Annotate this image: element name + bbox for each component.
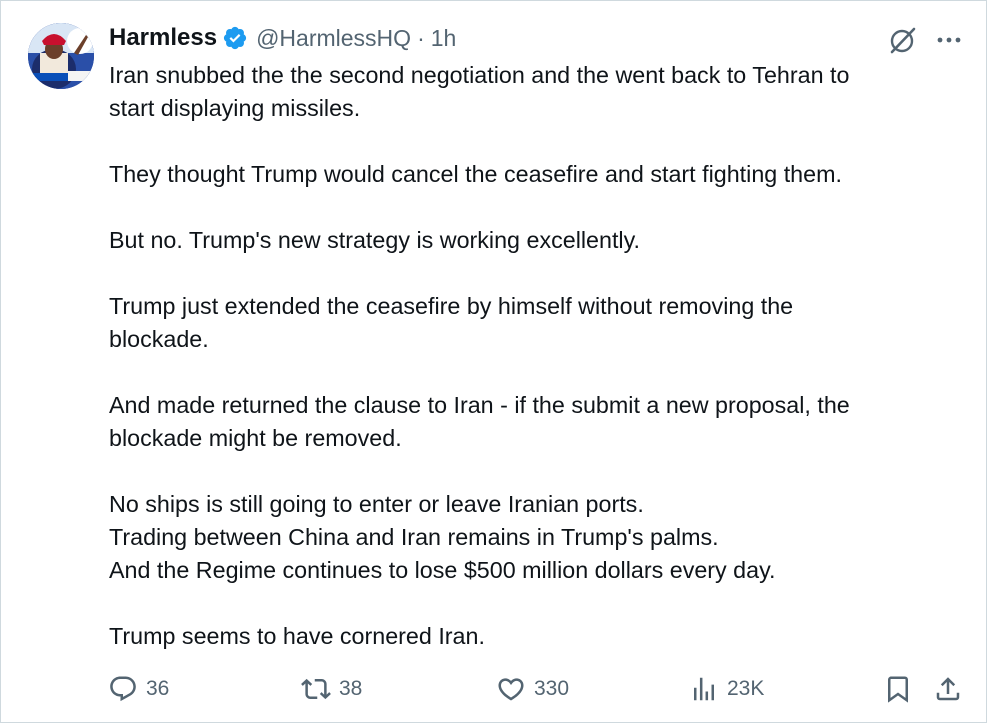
bookmark-icon [883,674,913,704]
author-display-name[interactable]: Harmless [109,24,217,52]
views-count: 23K [727,677,765,700]
tweet-paragraph: No ships is still going to enter or leav… [109,491,776,583]
like-icon [496,674,526,704]
repost-icon [301,674,331,704]
grok-icon[interactable] [887,24,919,56]
views-icon [689,674,719,704]
tweet-paragraph: Trump just extended the ceasefire by him… [109,293,794,352]
tweet-paragraph: And made returned the clause to Iran - i… [109,392,850,451]
reply-button[interactable]: 36 [108,671,169,707]
more-icon[interactable] [934,27,964,53]
reply-icon [108,674,138,704]
tweet-timestamp[interactable]: 1h [431,25,457,52]
header-separator: · [417,24,425,51]
tweet-paragraph: They thought Trump would cancel the ceas… [109,161,842,187]
views-button[interactable]: 23K [689,671,764,707]
like-count: 330 [534,677,570,700]
author-handle[interactable]: @HarmlessHQ [256,25,411,52]
repost-button[interactable]: 38 [301,671,362,707]
tweet-header: Harmless @HarmlessHQ · 1h [109,23,456,53]
tweet-card: Harmless @HarmlessHQ · 1h Iran snubbed t… [0,0,987,723]
tweet-paragraph: Iran snubbed the the second negotiation … [109,62,850,121]
tweet-paragraph: But no. Trump's new strategy is working … [109,227,641,253]
repost-count: 38 [339,677,363,700]
verified-badge-icon [222,25,248,51]
reply-count: 36 [146,677,170,700]
tweet-paragraph: Trump seems to have cornered Iran. [109,623,485,649]
avatar[interactable] [28,23,94,89]
share-icon [933,674,963,704]
share-button[interactable] [933,671,963,707]
avatar-image [28,23,94,89]
like-button[interactable]: 330 [496,671,569,707]
tweet-text: Iran snubbed the the second negotiation … [109,59,949,653]
bookmark-button[interactable] [883,671,913,707]
action-bar: 36 38 330 23K [1,671,988,707]
